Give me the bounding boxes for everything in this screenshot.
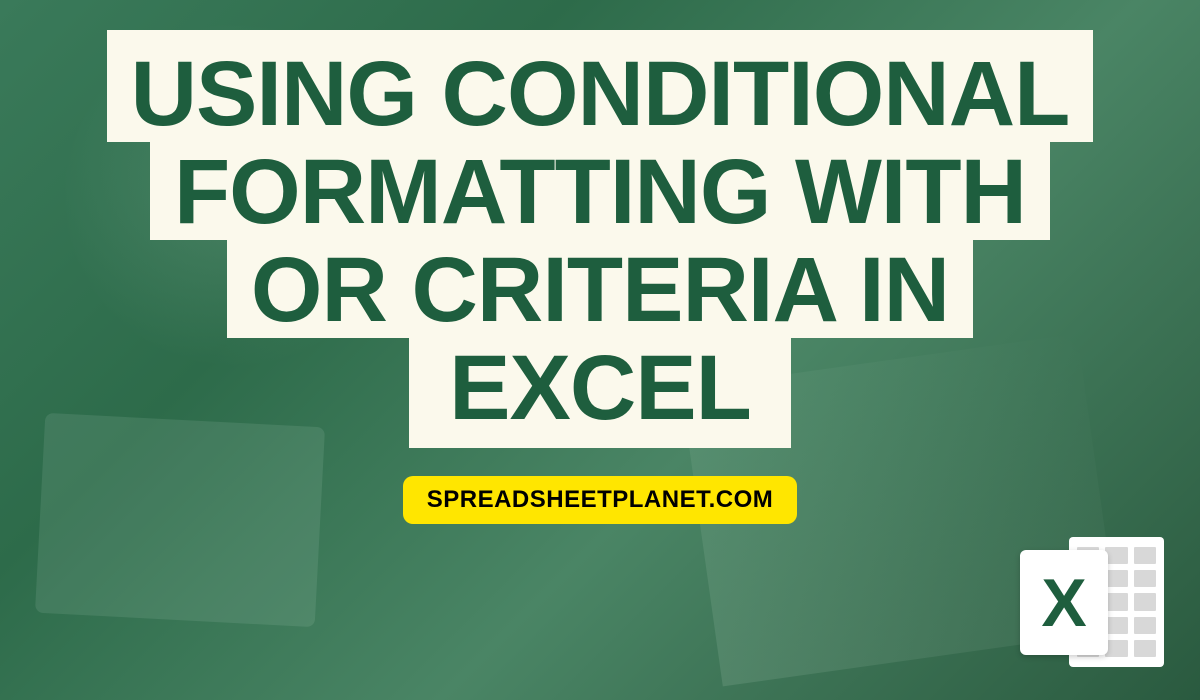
sheet-cell [1134, 640, 1156, 657]
title-line-4: EXCEL [409, 336, 791, 448]
excel-icon: X [1014, 532, 1164, 672]
sheet-cell [1134, 617, 1156, 634]
sheet-cell [1134, 547, 1156, 564]
sheet-cell [1134, 593, 1156, 610]
sheet-cell [1105, 593, 1127, 610]
title-line-1: USING CONDITIONAL [107, 30, 1094, 142]
excel-book-icon: X [1020, 550, 1108, 655]
sheet-cell [1105, 640, 1127, 657]
sheet-cell [1105, 570, 1127, 587]
title-line-2: FORMATTING WITH [150, 140, 1050, 240]
title-line-3: OR CRITERIA IN [227, 238, 973, 338]
excel-x-letter: X [1041, 564, 1086, 642]
sheet-cell [1134, 570, 1156, 587]
domain-badge: SPREADSHEETPLANET.COM [403, 476, 798, 524]
sheet-cell [1105, 547, 1127, 564]
page-title: USING CONDITIONAL FORMATTING WITH OR CRI… [107, 30, 1094, 446]
sheet-cell [1105, 617, 1127, 634]
